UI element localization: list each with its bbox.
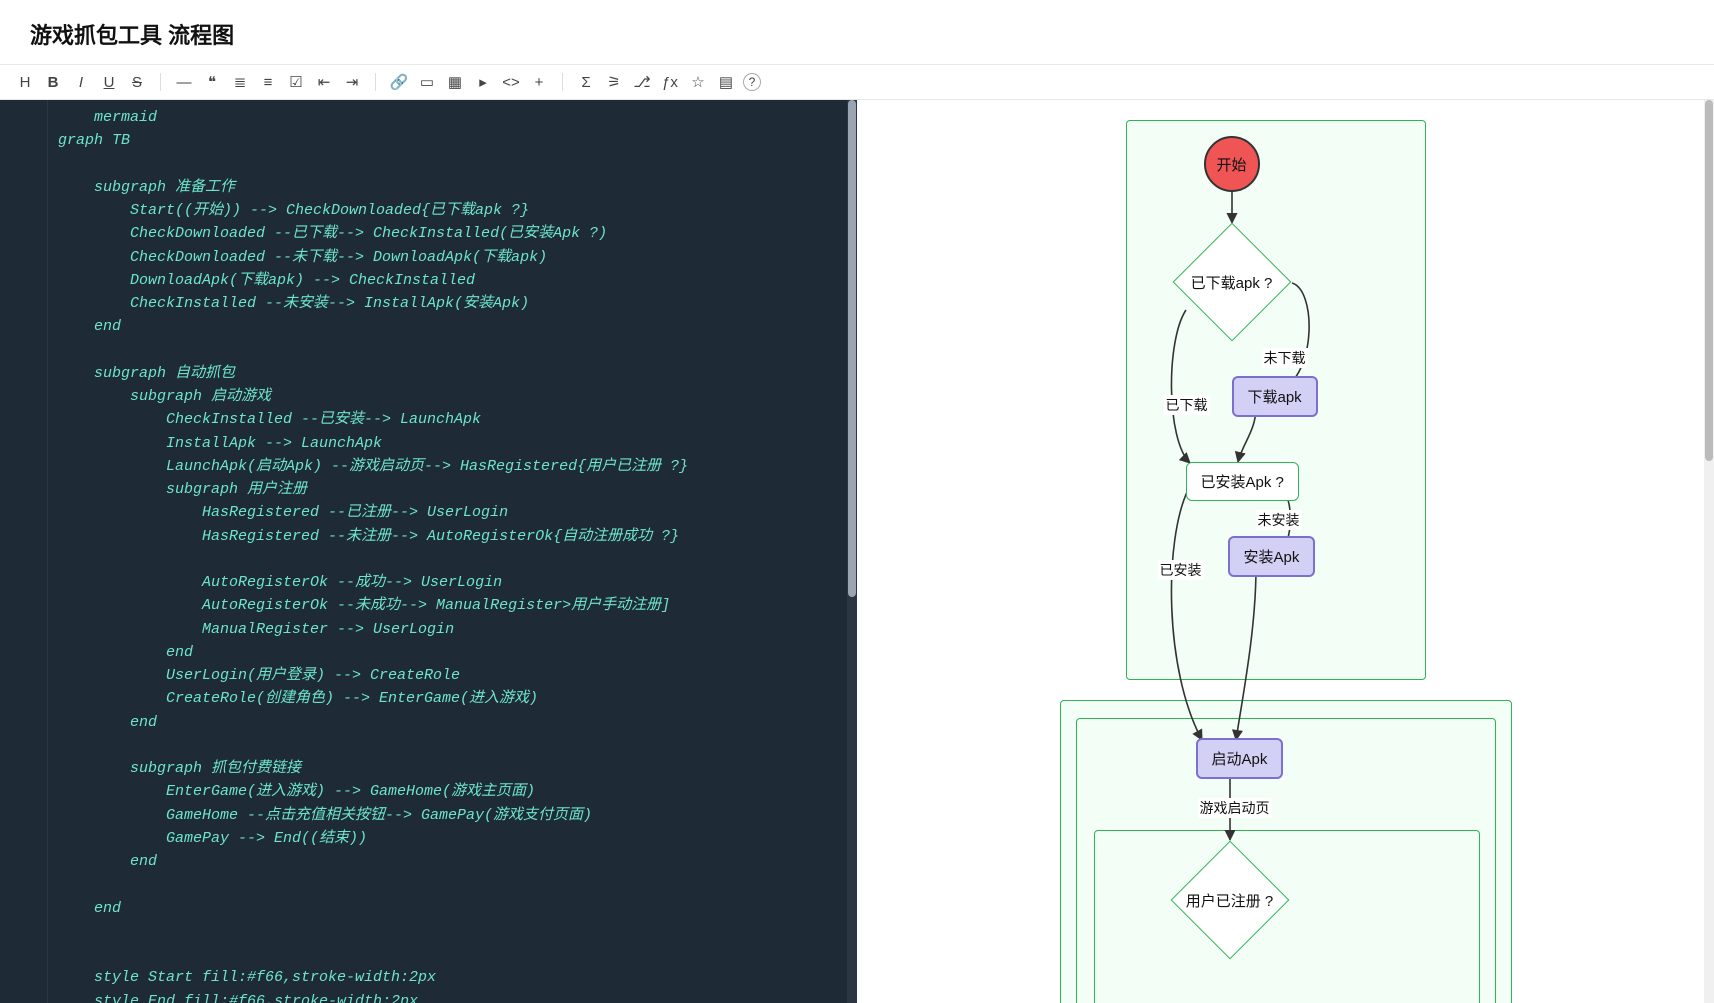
node-check-downloaded: 已下载apk ? xyxy=(1172,222,1292,342)
star-button[interactable]: ☆ xyxy=(687,71,709,93)
ul-button[interactable]: ≣ xyxy=(229,71,251,93)
node-launch-apk: 启动Apk xyxy=(1196,738,1284,779)
flowchart-diagram: 开始 已下载apk ? 未下载 已下载 下载apk 已安装Apk ? 未安装 已… xyxy=(1046,110,1526,1003)
heading-button[interactable]: H xyxy=(14,71,36,93)
video-button[interactable]: ▸ xyxy=(472,71,494,93)
link-button[interactable]: 🔗 xyxy=(388,71,410,93)
node-has-registered: 用户已注册 ? xyxy=(1170,840,1290,960)
edge-label-installed: 已安装 xyxy=(1158,560,1204,580)
editor-toolbar: H B I U S — ❝ ≣ ≡ ☑ ⇤ ⇥ 🔗 ▭ ▦ ▸ <> + Σ ⚞… xyxy=(0,65,1714,100)
add-button[interactable]: + xyxy=(528,71,550,93)
preview-scrollbar[interactable] xyxy=(1704,100,1714,1003)
preview-scrollbar-thumb[interactable] xyxy=(1705,100,1713,461)
editor-gutter xyxy=(0,100,48,1003)
toolbar-separator xyxy=(160,73,161,91)
toolbar-separator xyxy=(375,73,376,91)
node-label: 用户已注册 ? xyxy=(1186,890,1274,911)
node-label: 已下载apk ? xyxy=(1191,272,1273,293)
underline-button[interactable]: U xyxy=(98,71,120,93)
function-button[interactable]: ƒx xyxy=(659,71,681,93)
bold-button[interactable]: B xyxy=(42,71,64,93)
ol-button[interactable]: ≡ xyxy=(257,71,279,93)
strike-button[interactable]: S xyxy=(126,71,148,93)
italic-button[interactable]: I xyxy=(70,71,92,93)
main-split: mermaid graph TB subgraph 准备工作 Start((开始… xyxy=(0,100,1714,1003)
page-title: 游戏抓包工具 流程图 xyxy=(30,18,1684,50)
branch-button[interactable]: ⎇ xyxy=(631,71,653,93)
diagram-preview-pane: 开始 已下载apk ? 未下载 已下载 下载apk 已安装Apk ? 未安装 已… xyxy=(857,100,1714,1003)
edge-label-launch-page: 游戏启动页 xyxy=(1198,798,1272,818)
editor-scrollbar-thumb[interactable] xyxy=(848,100,856,597)
edge-label-downloaded: 已下载 xyxy=(1164,395,1210,415)
calendar-button[interactable]: ▤ xyxy=(715,71,737,93)
node-install-apk: 安装Apk xyxy=(1228,536,1316,577)
node-label: 安装Apk xyxy=(1244,546,1300,567)
tree-button[interactable]: ⚞ xyxy=(603,71,625,93)
image-button[interactable]: ▭ xyxy=(416,71,438,93)
node-start: 开始 xyxy=(1204,136,1260,192)
help-button[interactable]: ? xyxy=(743,73,761,91)
edge-label-not-downloaded: 未下载 xyxy=(1262,348,1308,368)
node-check-installed: 已安装Apk ? xyxy=(1186,462,1299,501)
node-download-apk: 下载apk xyxy=(1232,376,1318,417)
node-label: 已安装Apk ? xyxy=(1201,471,1284,492)
quote-button[interactable]: ❝ xyxy=(201,71,223,93)
edge-label-not-installed: 未安装 xyxy=(1256,510,1302,530)
checklist-button[interactable]: ☑ xyxy=(285,71,307,93)
outdent-button[interactable]: ⇤ xyxy=(313,71,335,93)
hr-button[interactable]: — xyxy=(173,71,195,93)
formula-button[interactable]: Σ xyxy=(575,71,597,93)
code-button[interactable]: <> xyxy=(500,71,522,93)
node-label: 开始 xyxy=(1216,154,1246,175)
toolbar-separator xyxy=(562,73,563,91)
editor-scrollbar[interactable] xyxy=(847,100,857,1003)
indent-button[interactable]: ⇥ xyxy=(341,71,363,93)
code-editor[interactable]: mermaid graph TB subgraph 准备工作 Start((开始… xyxy=(48,100,857,1003)
code-editor-pane: mermaid graph TB subgraph 准备工作 Start((开始… xyxy=(0,100,857,1003)
page-header: 游戏抓包工具 流程图 xyxy=(0,0,1714,65)
node-label: 启动Apk xyxy=(1212,748,1268,769)
table-button[interactable]: ▦ xyxy=(444,71,466,93)
node-label: 下载apk xyxy=(1248,386,1302,407)
